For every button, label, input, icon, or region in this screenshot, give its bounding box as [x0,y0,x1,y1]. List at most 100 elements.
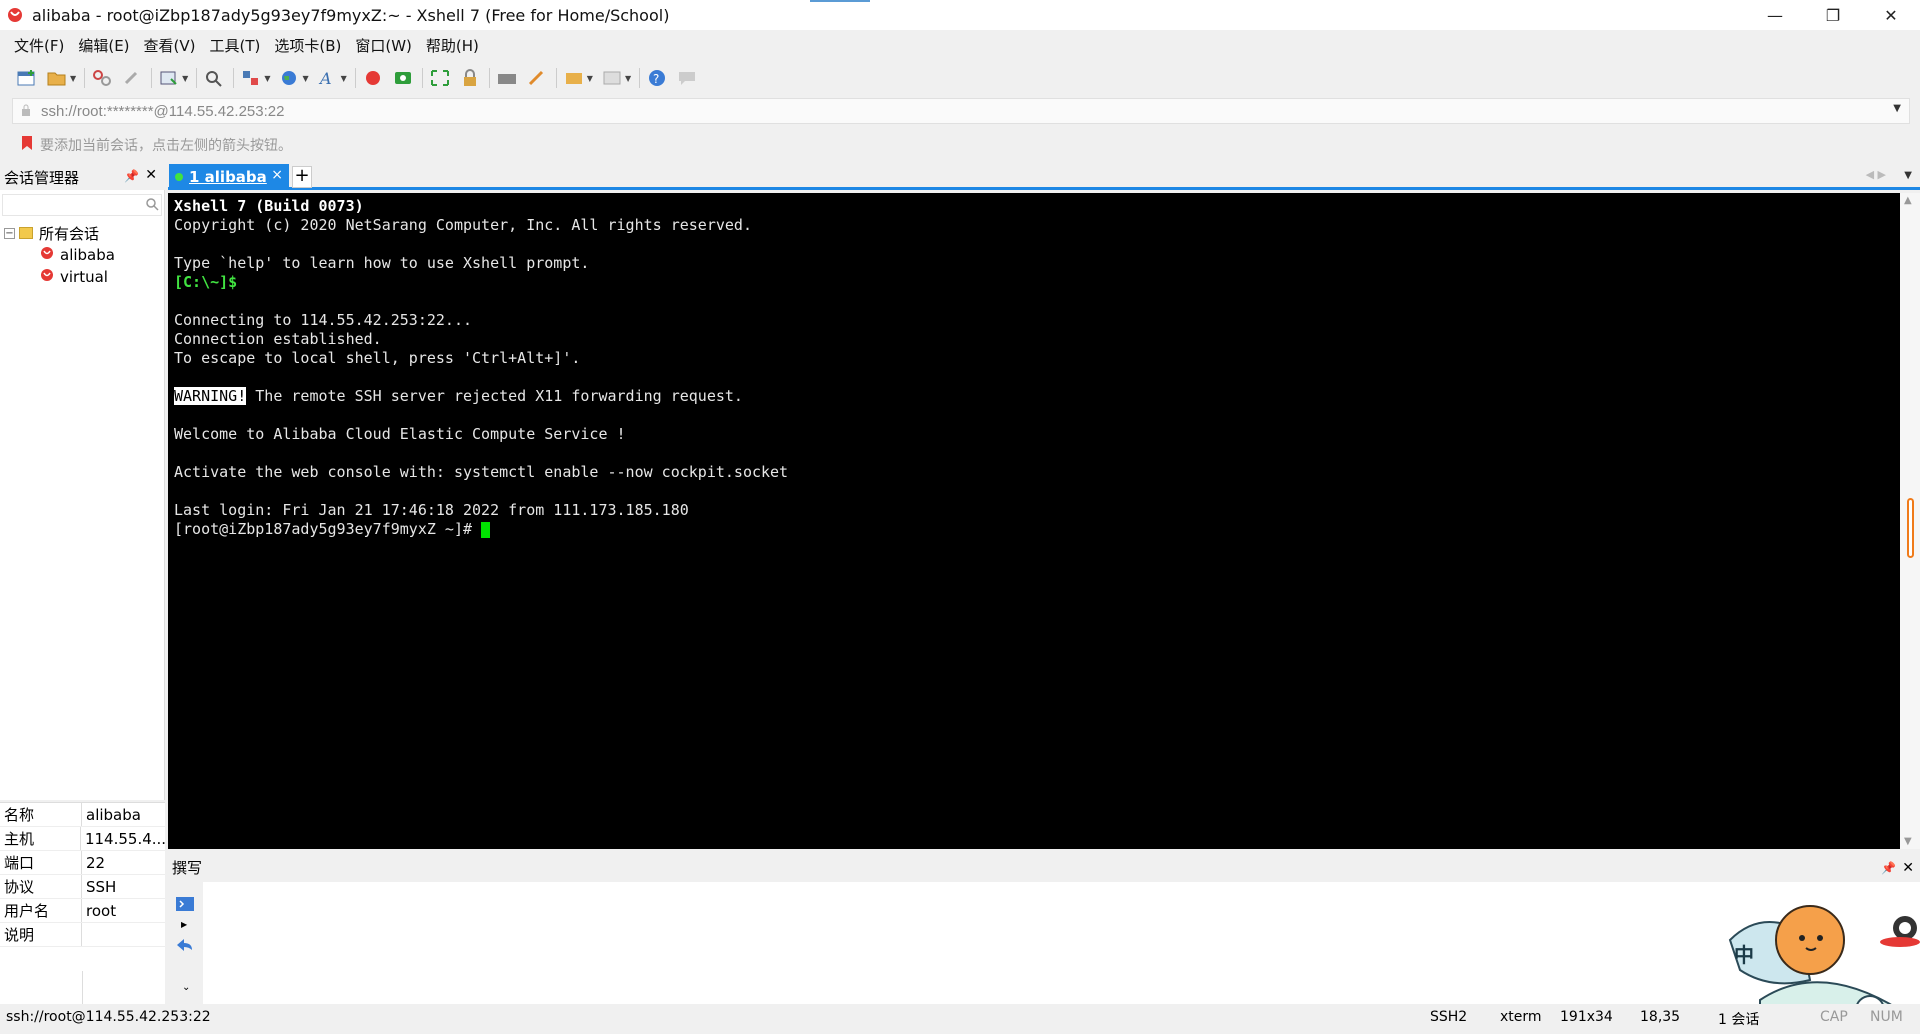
tab-scroll-arrows-icon[interactable]: ◀ ▶ [1866,168,1886,181]
toolbar-separator [555,68,557,88]
chat-icon[interactable] [676,67,698,89]
status-num-indicator: NUM [1870,1009,1903,1025]
status-bar: ssh://root@114.55.42.253:22 SSH2 xterm 1… [0,1004,1920,1030]
tree-root-all-sessions[interactable]: − 所有会话 [4,222,115,244]
property-key: 协议 [0,875,82,898]
address-input[interactable]: ssh://root:********@114.55.42.253:22 [41,103,284,120]
tab-label: 1 alibaba [189,168,267,186]
property-key: 名称 [0,803,82,826]
layout-dropdown-icon[interactable]: ▼ [264,74,270,83]
xshell-icon[interactable] [362,67,384,89]
properties-icon[interactable] [158,67,180,89]
minimize-button[interactable]: — [1746,0,1804,30]
property-value: SSH [86,878,117,896]
toolbar-separator [421,68,423,88]
scroll-down-icon[interactable]: ▼ [1904,836,1912,847]
tab-list-dropdown-icon[interactable]: ▼ [1904,170,1912,181]
tab-alibaba[interactable]: 1 alibaba × [169,164,289,190]
property-row: 说明 [0,923,165,947]
toolbar-separator [196,68,198,88]
layout-icon[interactable] [240,67,262,89]
svg-text:A: A [318,69,332,87]
compose-textarea[interactable] [203,882,1920,1004]
terminal-prompt-line[interactable]: [root@iZbp187ady5g93ey7f9myxZ ~]# [174,520,1900,539]
xftp-icon[interactable] [392,67,414,89]
property-value [82,923,86,946]
new-session-icon[interactable] [16,67,38,89]
session-search-input[interactable] [2,194,162,216]
session-item-virtual[interactable]: virtual [4,266,115,288]
hint-text: 要添加当前会话，点击左侧的箭头按钮。 [40,138,292,154]
address-bar[interactable]: ssh://root:********@114.55.42.253:22 ▼ [12,98,1910,124]
quick-command-icon[interactable] [563,67,585,89]
font-dropdown-icon[interactable]: ▼ [341,74,347,83]
hint-bar: 要添加当前会话，点击左侧的箭头按钮。 [0,132,1920,158]
fullscreen-icon[interactable] [429,67,451,89]
warning-text: The remote SSH server rejected X11 forwa… [246,387,743,405]
session-item-alibaba[interactable]: alibaba [4,244,115,266]
property-row: 协议 SSH [0,875,165,899]
session-icon [40,268,54,286]
close-window-button[interactable]: ✕ [1862,0,1920,30]
menu-help[interactable]: 帮助(H) [426,35,479,56]
session-icon [40,246,54,264]
font-icon[interactable]: A [317,67,339,89]
terminal-cursor [481,521,491,538]
property-row: 用户名 root [0,899,165,923]
help-icon[interactable]: ? [646,67,668,89]
address-dropdown-icon[interactable]: ▼ [1893,103,1901,114]
lock-icon[interactable] [459,67,481,89]
globe-dropdown-icon[interactable]: ▼ [302,74,308,83]
reconnect-icon[interactable] [121,67,143,89]
menu-view[interactable]: 查看(V) [144,35,196,56]
quick-command-dropdown-icon[interactable]: ▼ [587,74,593,83]
lock-icon [21,102,31,120]
highlight-icon[interactable] [526,67,548,89]
close-tab-button[interactable]: × [271,167,283,183]
pin-icon[interactable]: 📌 [1881,855,1896,881]
session-manager-panel: − 所有会话 alibaba virtual [0,190,165,800]
menu-file[interactable]: 文件(F) [14,35,64,56]
terminal-prompt-icon[interactable] [176,896,194,916]
tile-dropdown-icon[interactable]: ▼ [625,74,631,83]
keyboard-icon[interactable] [496,67,518,89]
terminal-view[interactable]: Xshell 7 (Build 0073) Copyright (c) 2020… [168,193,1900,849]
properties-dropdown-icon[interactable]: ▼ [182,74,188,83]
send-arrow-icon[interactable] [176,938,194,958]
menu-tabs[interactable]: 选项卡(B) [274,35,341,56]
close-compose-button[interactable]: ✕ [1902,855,1914,881]
disconnect-icon[interactable] [91,67,113,89]
status-terminal-type: xterm [1500,1009,1542,1025]
property-value: root [86,902,117,920]
property-value: 22 [86,854,106,872]
title-focus-indicator [810,0,870,2]
expand-arrow-icon[interactable]: ▶ [181,920,187,929]
open-dropdown-icon[interactable]: ▼ [70,74,76,83]
menu-bar: 文件(F) 编辑(E) 查看(V) 工具(T) 选项卡(B) 窗口(W) 帮助(… [0,30,1920,60]
tile-icon[interactable] [601,67,623,89]
menu-tools[interactable]: 工具(T) [210,35,261,56]
menu-window[interactable]: 窗口(W) [355,35,412,56]
terminal-scrollbar[interactable]: ▲ ▼ [1900,193,1920,849]
compose-pane-header: 撰写 📌 ✕ [168,855,1920,881]
open-folder-icon[interactable] [46,67,68,89]
close-session-manager-button[interactable]: ✕ [145,167,157,183]
bookmark-arrow-icon[interactable] [20,135,34,155]
new-tab-button[interactable]: + [292,166,312,188]
pin-icon[interactable]: 📌 [124,169,139,183]
scroll-up-icon[interactable]: ▲ [1904,195,1912,206]
collapse-icon[interactable]: − [4,227,15,239]
chevron-down-icon[interactable]: ⌄ [182,982,190,993]
find-icon[interactable] [203,67,225,89]
menu-edit[interactable]: 编辑(E) [78,35,129,56]
scrollbar-thumb[interactable] [1907,498,1914,558]
svg-text:?: ? [653,72,659,86]
restore-button[interactable]: ❐ [1804,0,1862,30]
toolbar-separator [488,68,490,88]
globe-icon[interactable] [278,67,300,89]
session-tab-bar: 1 alibaba × + ◀ ▶ ▼ [168,164,1920,190]
search-icon[interactable] [145,197,159,215]
